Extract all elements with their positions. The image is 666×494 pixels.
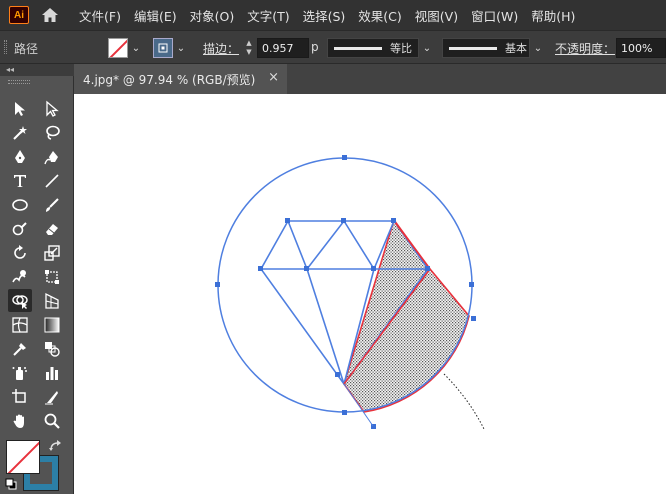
opacity-label[interactable]: 不透明度： (555, 40, 615, 57)
free-transform-tool-icon[interactable] (40, 265, 64, 288)
stroke-swatch-icon (158, 43, 168, 53)
fill-color-indicator[interactable] (6, 440, 40, 474)
control-bar: 路径 ⌄ ⌄ 描边： ▲▼ p 等比 ⌄ 基本 ⌄ 不透明度： (0, 30, 666, 64)
fill-color-swatch[interactable] (108, 38, 128, 58)
tools-panel: ◂◂ (0, 64, 74, 494)
stroke-dropdown-chevron-icon[interactable]: ⌄ (174, 38, 188, 58)
ellipse-tool-icon[interactable] (8, 193, 32, 216)
profile-line-sample (334, 46, 382, 50)
menu-bar: Ai 文件(F) 编辑(E) 对象(O) 文字(T) 选择(S) 效果(C) 视… (0, 0, 666, 30)
perspective-grid-tool-icon[interactable] (40, 289, 64, 312)
toolbar-grip[interactable] (8, 80, 30, 84)
toolbar-collapse-icon[interactable]: ◂◂ (0, 64, 74, 76)
menu-window[interactable]: 窗口(W) (471, 6, 518, 25)
brush-label: 基本 (505, 42, 527, 55)
lasso-tool-icon[interactable] (40, 121, 64, 144)
menu-list: 文件(F) 编辑(E) 对象(O) 文字(T) 选择(S) 效果(C) 视图(V… (79, 6, 588, 25)
stroke-unit-label: p (311, 40, 319, 54)
curvature-tool-icon[interactable] (40, 145, 64, 168)
symbol-sprayer-tool-icon[interactable] (8, 361, 32, 384)
app-logo: Ai (9, 6, 29, 24)
shape-builder-tool-icon[interactable] (8, 289, 32, 312)
artboard-tool-icon[interactable] (8, 385, 32, 408)
zoom-tool-icon[interactable] (40, 409, 64, 432)
document-tab-bar: 4.jpg* @ 97.94 % (RGB/预览) × (74, 64, 666, 94)
home-icon[interactable] (40, 6, 60, 24)
profile-dropdown-chevron-icon[interactable]: ⌄ (420, 38, 434, 58)
line-segment-tool-icon[interactable] (40, 169, 64, 192)
variable-width-profile-select[interactable]: 等比 (327, 38, 419, 58)
magic-wand-tool-icon[interactable] (8, 121, 32, 144)
menu-object[interactable]: 对象(O) (190, 6, 235, 25)
brush-line-sample (449, 46, 497, 50)
blend-tool-icon[interactable] (40, 337, 64, 360)
menu-view[interactable]: 视图(V) (415, 6, 458, 25)
menu-edit[interactable]: 编辑(E) (134, 6, 177, 25)
pen-tool-icon[interactable] (8, 145, 32, 168)
direct-selection-tool-icon[interactable] (40, 97, 64, 120)
selection-tool-icon[interactable] (8, 97, 32, 120)
hand-tool-icon[interactable] (8, 409, 32, 432)
swap-fill-stroke-icon[interactable] (49, 440, 63, 452)
document-tab-title: 4.jpg* @ 97.94 % (RGB/预览) (83, 72, 256, 87)
none-fill-slash-icon (7, 441, 39, 473)
dotted-guide-path (443, 373, 485, 430)
profile-label: 等比 (390, 42, 412, 55)
brush-dropdown-chevron-icon[interactable]: ⌄ (531, 38, 545, 58)
artboard-canvas[interactable] (74, 94, 666, 494)
opacity-input[interactable] (616, 38, 666, 58)
warp-tool-icon[interactable] (8, 265, 32, 288)
stroke-color-swatch[interactable] (153, 38, 173, 58)
type-tool-icon[interactable] (8, 169, 32, 192)
rotate-tool-icon[interactable] (8, 241, 32, 264)
default-fill-stroke-icon[interactable] (5, 478, 17, 490)
stroke-weight-label[interactable]: 描边： (203, 40, 239, 57)
slice-tool-icon[interactable] (40, 385, 64, 408)
menu-select[interactable]: 选择(S) (303, 6, 346, 25)
menu-effect[interactable]: 效果(C) (358, 6, 401, 25)
eraser-tool-icon[interactable] (40, 217, 64, 240)
menu-help[interactable]: 帮助(H) (531, 6, 575, 25)
shaper-tool-icon[interactable] (8, 217, 32, 240)
menu-file[interactable]: 文件(F) (79, 6, 121, 25)
fill-dropdown-chevron-icon[interactable]: ⌄ (129, 38, 143, 58)
artwork[interactable] (74, 94, 666, 494)
paintbrush-tool-icon[interactable] (40, 193, 64, 216)
menu-type[interactable]: 文字(T) (247, 6, 289, 25)
brush-definition-select[interactable]: 基本 (442, 38, 530, 58)
mesh-tool-icon[interactable] (8, 313, 32, 336)
document-tab[interactable]: 4.jpg* @ 97.94 % (RGB/预览) × (74, 64, 287, 94)
scale-tool-icon[interactable] (40, 241, 64, 264)
none-fill-slash-icon (109, 39, 127, 57)
stroke-weight-input[interactable] (257, 38, 309, 58)
eyedropper-tool-icon[interactable] (8, 337, 32, 360)
control-bar-grip[interactable] (4, 40, 7, 54)
selected-region-shape[interactable] (343, 218, 470, 413)
selection-type-label: 路径 (14, 42, 39, 56)
stroke-weight-spinner-icon[interactable]: ▲ ▼ (243, 39, 255, 57)
tab-close-icon[interactable]: × (268, 70, 279, 85)
column-graph-tool-icon[interactable] (40, 361, 64, 384)
gradient-tool-icon[interactable] (40, 313, 64, 336)
